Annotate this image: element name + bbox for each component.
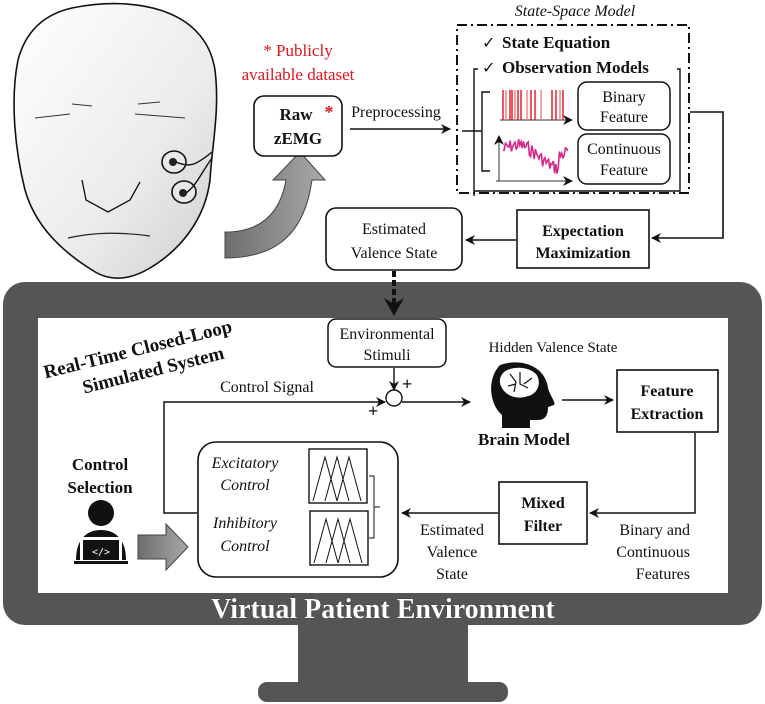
state-space-model: State-Space Model ✓ State Equation ✓ Obs… xyxy=(456,3,690,196)
raw-zemg-box: Raw * zEMG xyxy=(253,95,343,157)
features-label-line3: Features xyxy=(636,566,690,583)
mixed-filter-line1: Mixed xyxy=(521,495,565,512)
continuous-feature-line1: Continuous xyxy=(587,141,661,158)
continuous-feature-line2: Feature xyxy=(600,162,648,179)
raw-zemg-asterisk: * xyxy=(325,102,334,122)
ssm-item-state-equation: State Equation xyxy=(502,33,611,52)
estimated-valence-bottom-line3: State xyxy=(436,566,468,583)
binary-spike-plot xyxy=(500,90,573,125)
feature-input-bracket xyxy=(462,91,490,172)
estimated-valence-bottom-line1: Estimated xyxy=(420,522,484,539)
ssm-item-observation-models: Observation Models xyxy=(502,58,649,77)
preprocessing-label: Preprocessing xyxy=(351,104,441,121)
dataset-note-line1: * Publicly xyxy=(263,41,333,60)
features-label-line2: Continuous xyxy=(616,544,690,561)
env-stimuli-line1: Environmental xyxy=(339,326,435,343)
estimated-valence-bottom-line2: Valence xyxy=(427,544,478,561)
summing-junction xyxy=(385,389,403,407)
curved-arrow-icon xyxy=(224,151,327,259)
monitor-base xyxy=(258,682,508,702)
diagram-canvas: Virtual Patient Environment * Publicly a… xyxy=(3,2,762,702)
feature-extraction-line1: Feature xyxy=(640,383,693,400)
env-stimuli-line2: Stimuli xyxy=(363,347,411,364)
feature-extraction-line2: Extraction xyxy=(631,406,704,423)
excitatory-membership-plot xyxy=(308,448,368,504)
estimated-valence-top-line1: Estimated xyxy=(362,221,426,238)
control-signal-label: Control Signal xyxy=(220,379,314,396)
raw-zemg-line2: zEMG xyxy=(274,129,322,148)
control-selection-line2: Selection xyxy=(67,478,133,497)
inhibitory-membership-plot xyxy=(309,510,369,566)
raw-zemg-line1: Raw xyxy=(279,105,313,124)
face-outline xyxy=(13,2,218,279)
inhibitory-line2: Control xyxy=(220,538,270,555)
control-selection-line1: Control xyxy=(72,455,129,474)
features-label-line1: Binary and xyxy=(619,522,690,539)
plus-sign-left: + xyxy=(368,401,378,421)
ssm-check-1: ✓ xyxy=(482,35,495,52)
monitor-neck xyxy=(298,624,468,686)
excitatory-line2: Control xyxy=(220,477,270,494)
continuous-signal-plot xyxy=(494,135,573,186)
brain-model-label: Brain Model xyxy=(478,430,570,449)
face-illustration xyxy=(13,2,218,279)
controller-box: Excitatory Control Inhibitory Control xyxy=(197,441,399,578)
dataset-note-line2: available dataset xyxy=(242,65,355,84)
monitor-caption: Virtual Patient Environment xyxy=(211,594,555,625)
binary-feature-line2: Feature xyxy=(600,109,648,126)
plus-sign-top: + xyxy=(402,374,412,394)
code-glyph: </> xyxy=(92,547,110,558)
ssm-title: State-Space Model xyxy=(515,3,636,20)
estimated-valence-top-line2: Valence State xyxy=(351,245,438,262)
ssm-check-2: ✓ xyxy=(482,60,495,77)
mixed-filter-line2: Filter xyxy=(524,518,562,535)
em-line1: Expectation xyxy=(542,223,624,240)
inhibitory-line1: Inhibitory xyxy=(212,515,278,532)
excitatory-line1: Excitatory xyxy=(211,455,280,472)
em-line2: Maximization xyxy=(535,245,630,262)
binary-feature-line1: Binary xyxy=(602,89,646,106)
hidden-valence-label: Hidden Valence State xyxy=(489,340,618,356)
